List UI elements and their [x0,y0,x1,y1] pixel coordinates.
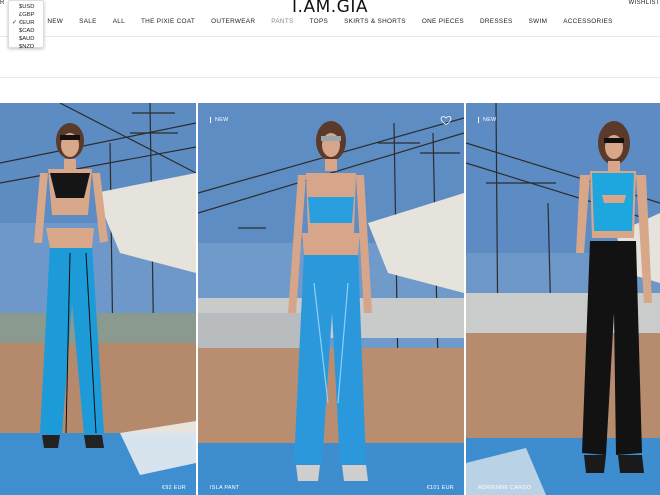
nav-item-pixie-coat[interactable]: THE PIXIE COAT [133,18,203,25]
currency-option-gbp[interactable]: £GBP [9,11,43,19]
product-card[interactable]: NEW ISLA PANT €101 EUR [198,103,464,495]
nav-item-pants[interactable]: PANTS [263,18,301,25]
product-image[interactable] [466,103,660,495]
new-badge: NEW [478,117,496,123]
header-divider [0,36,660,37]
site-header: R I.AM.GIA WISHLIST NEW SALE ALL THE PIX… [0,0,660,36]
nav-item-dresses[interactable]: DRESSES [472,18,521,25]
currency-option-aud[interactable]: $AUD [9,35,43,43]
nav-item-sale[interactable]: SALE [71,18,105,25]
main-nav: NEW SALE ALL THE PIXIE COAT OUTERWEAR PA… [0,18,660,25]
product-grid: €92 EUR NEW ISLA PANT €101 EUR NEW ADRIE… [0,103,660,495]
nav-item-outerwear[interactable]: OUTERWEAR [203,18,263,25]
currency-option-eur[interactable]: €EUR [9,19,43,27]
nav-item-new[interactable]: NEW [39,18,71,25]
nav-item-swim[interactable]: SWIM [521,18,556,25]
product-name[interactable]: ADRIENNE CARGO [478,485,531,491]
product-card[interactable]: €92 EUR [0,103,196,495]
nav-item-one-pieces[interactable]: ONE PIECES [414,18,472,25]
product-price: €92 EUR [162,485,186,491]
product-image[interactable] [198,103,464,495]
currency-option-nzd[interactable]: $NZD [9,43,43,51]
site-logo[interactable]: I.AM.GIA [0,0,660,17]
currency-option-usd[interactable]: $USD [9,3,43,11]
wishlist-heart-icon[interactable] [440,114,452,126]
filter-bar-divider [0,77,660,78]
product-name[interactable]: ISLA PANT [210,485,240,491]
new-badge: NEW [210,117,228,123]
nav-item-all[interactable]: ALL [105,18,133,25]
product-price: €101 EUR [426,485,454,491]
product-card[interactable]: NEW ADRIENNE CARGO [466,103,660,495]
product-image[interactable] [0,103,196,495]
nav-item-skirts-shorts[interactable]: SKIRTS & SHORTS [336,18,414,25]
wishlist-link[interactable]: WISHLIST [628,0,660,6]
currency-option-cad[interactable]: $CAD [9,27,43,35]
nav-item-tops[interactable]: TOPS [302,18,336,25]
nav-item-accessories[interactable]: ACCESSORIES [555,18,620,25]
currency-dropdown: $USD £GBP €EUR $CAD $AUD $NZD [8,0,44,51]
